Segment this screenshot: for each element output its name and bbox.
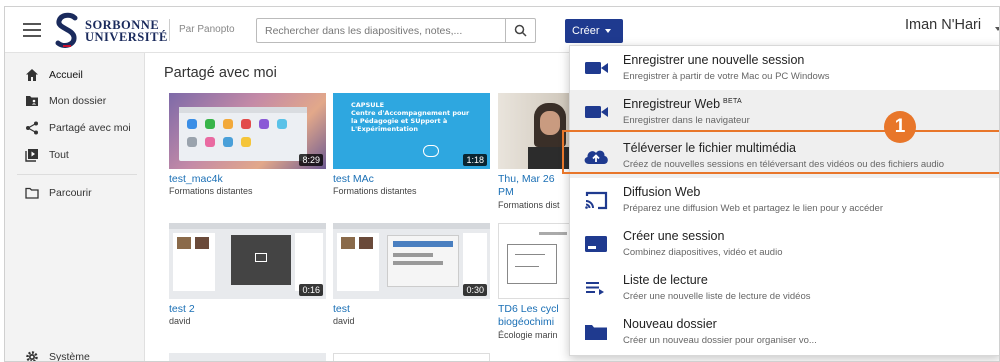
session-folder: Écologie marin — [498, 330, 558, 340]
by-panopto-label: Par Panopto — [179, 24, 235, 35]
sidebar-item-label: Mon dossier — [49, 95, 107, 107]
search-icon — [514, 24, 527, 37]
user-menu[interactable]: Iman N'Hari — [905, 17, 981, 33]
create-button-label: Créer — [572, 25, 600, 37]
menu-item-title: Enregistreur Web BETA — [623, 97, 742, 111]
menu-item-desc: Créer un nouveau dossier pour organiser … — [623, 335, 817, 346]
sidebar-item-partage[interactable]: Partagé avec moi — [5, 116, 145, 140]
session-title-link[interactable]: Thu, Mar 26 — [498, 173, 555, 185]
menu-item-playlist[interactable]: Liste de lecture Créer une nouvelle list… — [570, 266, 999, 310]
session-folder: Formations distantes — [169, 186, 253, 196]
thumbnail-caption: CAPSULE Centre d'Accompagnement pour la … — [351, 101, 470, 133]
folder-icon — [585, 325, 607, 340]
menu-item-desc: Préparez une diffusion Web et partagez l… — [623, 203, 884, 214]
sidebar: Accueil Mon dossier Partagé avec moi Tou… — [5, 53, 145, 362]
share-icon — [26, 121, 38, 135]
upload-highlight-box — [562, 130, 999, 174]
menu-item-title: Créer une session — [623, 229, 725, 243]
folder-outline-icon — [25, 187, 39, 199]
menu-item-web-broadcast[interactable]: Diffusion Web Préparez une diffusion Web… — [570, 178, 999, 222]
session-folder: david — [333, 316, 355, 326]
menu-item-record-session[interactable]: Enregistrer une nouvelle session Enregis… — [570, 46, 999, 90]
sidebar-item-label: Accueil — [49, 69, 83, 81]
chevron-down-icon — [604, 29, 611, 33]
menu-item-create-session[interactable]: Créer une session Combinez diapositives,… — [570, 222, 999, 266]
session-title-link[interactable]: test — [333, 303, 350, 315]
divider — [169, 19, 170, 41]
menu-item-desc: Combinez diapositives, vidéo et audio — [623, 247, 783, 258]
gear-icon — [26, 351, 38, 361]
session-card[interactable]: 0:16 test 2 david — [169, 223, 326, 338]
menu-item-title: Nouveau dossier — [623, 317, 717, 331]
menu-icon[interactable] — [23, 23, 41, 37]
beta-badge: BETA — [723, 97, 743, 105]
duration-badge: 8:29 — [299, 154, 323, 166]
duration-badge: 0:16 — [299, 284, 323, 296]
session-thumbnail[interactable]: CAPSULE Centre d'Accompagnement pour la … — [333, 93, 490, 169]
session-thumbnail[interactable]: 8:29 — [169, 93, 326, 169]
home-icon — [26, 69, 38, 81]
sidebar-item-label: Tout — [49, 149, 69, 161]
brand-line-2: UNIVERSITÉ — [85, 30, 168, 44]
session-folder: Formations dist — [498, 200, 560, 210]
video-camera-icon — [585, 106, 608, 118]
session-thumbnail[interactable] — [498, 93, 570, 169]
menu-item-web-recorder[interactable]: Enregistreur Web BETA Enregistrer dans le… — [570, 90, 999, 134]
menu-item-title: Liste de lecture — [623, 273, 708, 287]
search-button[interactable] — [505, 19, 535, 42]
duration-badge: 0:30 — [463, 284, 487, 296]
session-thumbnail[interactable]: 0:16 — [169, 223, 326, 299]
folder-user-icon — [26, 96, 38, 106]
create-dropdown-menu: Enregistrer une nouvelle session Enregis… — [569, 45, 999, 356]
menu-item-desc: Enregistrer dans le navigateur — [623, 115, 750, 126]
search-box — [256, 18, 536, 43]
sidebar-item-systeme[interactable]: Système — [5, 345, 145, 362]
menu-item-new-folder[interactable]: Nouveau dossier Créer un nouveau dossier… — [570, 310, 999, 354]
playlist-add-icon — [586, 282, 604, 295]
sidebar-item-label: Parcourir — [49, 187, 92, 199]
sidebar-item-mon-dossier[interactable]: Mon dossier — [5, 89, 145, 113]
session-card[interactable]: CAPSULE Centre d'Accompagnement pour la … — [333, 93, 490, 208]
sidebar-item-label: Partagé avec moi — [49, 122, 131, 134]
session-card[interactable]: 8:29 test_mac4k Formations distantes — [169, 93, 326, 208]
sidebar-item-label: Système — [49, 351, 90, 362]
sidebar-item-tout[interactable]: Tout — [5, 143, 145, 167]
search-input[interactable] — [257, 19, 505, 42]
session-card[interactable]: TD6 Les cycl biogéochimi Écologie marin — [498, 223, 570, 351]
session-thumbnail-partial — [169, 353, 326, 361]
session-card[interactable]: 0:30 test david — [333, 223, 490, 338]
session-title-link[interactable]: test 2 — [169, 303, 195, 315]
create-button[interactable]: Créer — [565, 19, 623, 43]
session-thumbnail[interactable] — [498, 223, 570, 299]
session-title-link[interactable]: TD6 Les cycl — [498, 303, 559, 315]
session-title-link-line2[interactable]: biogéochimi — [498, 316, 554, 328]
menu-item-title: Diffusion Web — [623, 185, 701, 199]
session-folder: david — [169, 316, 191, 326]
session-card[interactable]: Thu, Mar 26 PM Formations dist — [498, 93, 570, 221]
session-icon — [585, 236, 607, 252]
sidebar-divider — [17, 174, 137, 175]
app-window: SORBONNE UNIVERSITÉ Par Panopto Créer Im… — [4, 6, 1000, 362]
sorbonne-s-icon — [55, 12, 78, 48]
session-title-link-line2[interactable]: PM — [498, 186, 514, 198]
menu-item-desc: Créer une nouvelle liste de lecture de v… — [623, 291, 811, 302]
step-number-badge: 1 — [884, 111, 916, 143]
session-title-link[interactable]: test_mac4k — [169, 173, 223, 185]
menu-item-desc: Enregistrer à partir de votre Mac ou PC … — [623, 71, 830, 82]
user-chevron-down-icon[interactable] — [995, 27, 999, 31]
sidebar-item-parcourir[interactable]: Parcourir — [5, 181, 145, 205]
session-thumbnail-partial — [333, 353, 490, 361]
video-library-icon — [25, 149, 38, 162]
cast-icon — [585, 191, 608, 210]
video-camera-icon — [585, 62, 608, 74]
sidebar-item-accueil[interactable]: Accueil — [5, 63, 145, 87]
duration-badge: 1:18 — [463, 154, 487, 166]
session-title-link[interactable]: test MAc — [333, 173, 374, 185]
menu-item-title: Enregistrer une nouvelle session — [623, 53, 805, 67]
sorbonne-logo[interactable]: SORBONNE UNIVERSITÉ — [53, 12, 168, 50]
session-folder: Formations distantes — [333, 186, 417, 196]
page-title: Partagé avec moi — [164, 65, 277, 81]
session-thumbnail[interactable]: 0:30 — [333, 223, 490, 299]
menu-item-title-text: Enregistreur Web — [623, 97, 721, 111]
